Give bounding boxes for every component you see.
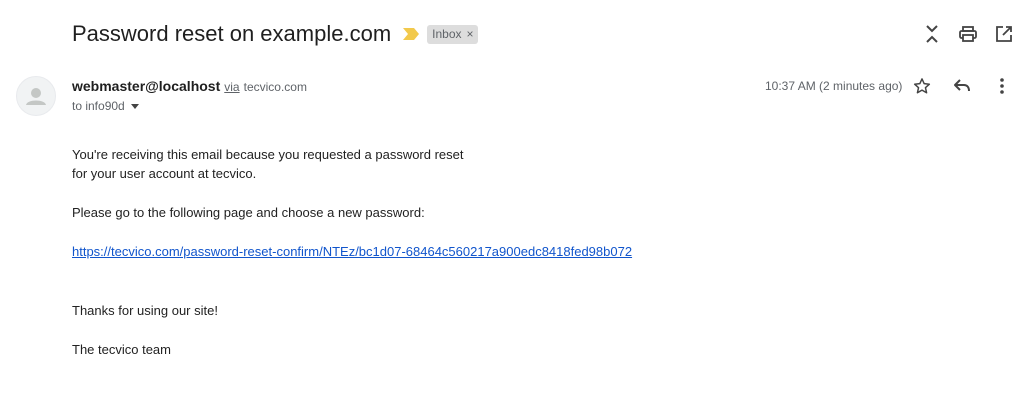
sender-row: webmaster@localhost via tecvico.com bbox=[72, 78, 307, 94]
open-in-new-window-icon[interactable] bbox=[986, 24, 1022, 44]
via-domain: tecvico.com bbox=[243, 80, 307, 94]
timestamp: 10:37 AM (2 minutes ago) bbox=[765, 79, 903, 93]
message-actions bbox=[902, 76, 1022, 96]
subject-row: Password reset on example.com Inbox × bbox=[72, 18, 478, 50]
email-body: You're receiving this email because you … bbox=[72, 145, 632, 359]
star-icon[interactable] bbox=[902, 76, 942, 96]
thread-actions bbox=[914, 24, 1022, 44]
via-label[interactable]: via bbox=[224, 80, 239, 94]
password-reset-link[interactable]: https://tecvico.com/password-reset-confi… bbox=[72, 244, 632, 259]
inbox-label-text: Inbox bbox=[432, 26, 462, 41]
body-line-1: You're receiving this email because you … bbox=[72, 147, 464, 162]
reset-link-paragraph: https://tecvico.com/password-reset-confi… bbox=[72, 242, 632, 261]
signature-line: The tecvico team bbox=[72, 342, 171, 357]
sender-email[interactable]: webmaster@localhost bbox=[72, 78, 220, 94]
more-vert-icon[interactable] bbox=[982, 76, 1022, 96]
recipient-row: to info90d bbox=[72, 99, 139, 113]
recipient-text: to info90d bbox=[72, 99, 125, 113]
email-subject: Password reset on example.com bbox=[72, 21, 392, 46]
default-avatar-icon[interactable] bbox=[16, 76, 56, 116]
show-details-icon[interactable] bbox=[130, 103, 139, 109]
body-line-3: Please go to the following page and choo… bbox=[72, 205, 425, 220]
remove-label-icon[interactable]: × bbox=[467, 27, 474, 41]
collapse-icon[interactable] bbox=[914, 24, 950, 44]
importance-marker-icon[interactable] bbox=[403, 28, 420, 40]
thanks-line: Thanks for using our site! bbox=[72, 303, 218, 318]
body-line-2: for your user account at tecvico. bbox=[72, 166, 257, 181]
inbox-label-chip: Inbox × bbox=[427, 24, 478, 44]
print-icon[interactable] bbox=[950, 24, 986, 44]
reply-icon[interactable] bbox=[942, 76, 982, 96]
